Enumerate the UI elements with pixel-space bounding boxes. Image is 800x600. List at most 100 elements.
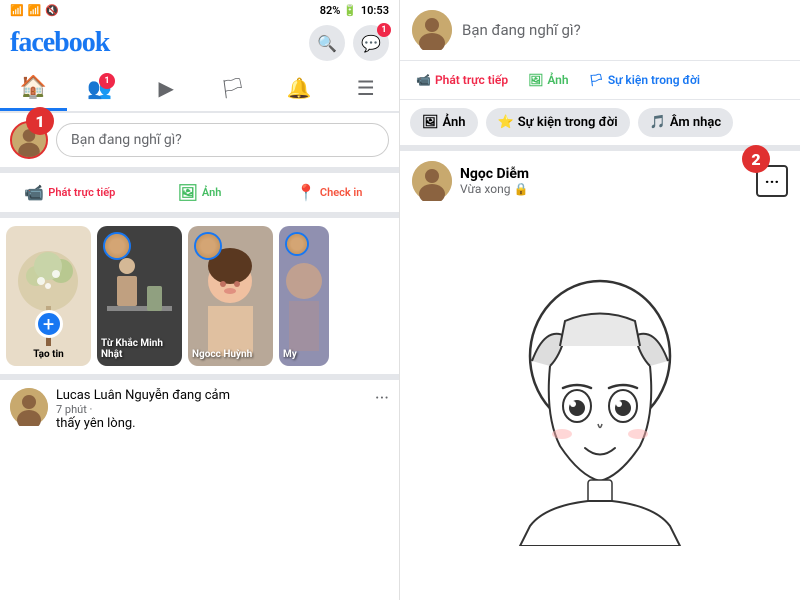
right-post-input[interactable]: Bạn đang nghĩ gì? (462, 21, 788, 39)
media-photo-label: Ảnh (443, 115, 466, 130)
right-header: Bạn đang nghĩ gì? (400, 0, 800, 61)
post-meta: Lucas Luân Nguyễn đang cảm 7 phút · thấy… (56, 388, 367, 431)
tab-flag[interactable]: 🏳 (200, 67, 267, 111)
story-card-1[interactable]: Từ Khắc Minh Nhật (97, 226, 182, 366)
tab-friends[interactable]: 👥 1 (67, 67, 134, 111)
right-avatar-svg (412, 10, 452, 50)
messenger-icon: 💬 (361, 34, 381, 53)
media-music-label: Âm nhạc (670, 115, 721, 130)
annotation-2: 2 (742, 145, 770, 173)
header-icons: 🔍 💬 1 (309, 25, 389, 61)
media-music-icon: 🎵 (650, 115, 666, 130)
media-event-label: Sự kiện trong đời (518, 115, 618, 130)
story-label-2: Ngocc Huỳnh (192, 349, 269, 360)
tab-menu[interactable]: ☰ (333, 67, 400, 111)
left-panel: 📶 📶 🔇 82% 🔋 10:53 facebook 🔍 💬 1 🏠 👥 (0, 0, 400, 600)
live-button[interactable]: 📹 Phát trực tiếp (6, 177, 134, 208)
tab-video[interactable]: ▶ (133, 67, 200, 111)
fb-header: facebook 🔍 💬 1 (0, 21, 399, 67)
home-icon: 🏠 (20, 75, 47, 100)
time-text: 10:53 (361, 4, 389, 17)
right-photo-button[interactable]: 🖼 Ảnh (520, 67, 577, 93)
right-post-header: Ngọc Diễm Vừa xong 🔒 ··· 2 (400, 151, 800, 211)
post-input-area: 1 Bạn đang nghĩ gì? (0, 113, 399, 173)
privacy-icon: 🔒 (513, 182, 528, 196)
post-preview: Lucas Luân Nguyễn đang cảm 7 phút · thấy… (0, 380, 399, 439)
right-user-avatar (412, 10, 452, 50)
post-user-name: Lucas Luân Nguyễn đang cảm (56, 388, 367, 403)
right-post-avatar-svg (412, 161, 452, 201)
right-post-time: Vừa xong 🔒 (460, 182, 748, 196)
post-time: 7 phút · (56, 403, 367, 416)
status-signal: 📶 📶 🔇 (10, 4, 59, 17)
status-right: 82% 🔋 10:53 (320, 4, 389, 17)
right-post-meta: Ngọc Diễm Vừa xong 🔒 (460, 166, 748, 196)
search-icon: 🔍 (317, 34, 337, 53)
right-post-avatar (412, 161, 452, 201)
flower-illustration (6, 226, 91, 366)
video-icon: ▶ (159, 76, 174, 100)
photo-label: Ảnh (202, 186, 222, 199)
facebook-logo: facebook (10, 27, 109, 59)
tab-bell[interactable]: 🔔 (266, 67, 333, 111)
messenger-button[interactable]: 💬 1 (353, 25, 389, 61)
battery-text: 82% 🔋 (320, 4, 357, 17)
right-panel: Bạn đang nghĩ gì? 📹 Phát trực tiếp 🖼 Ảnh… (400, 0, 800, 600)
more-dots-icon: ··· (765, 172, 779, 191)
menu-icon: ☰ (357, 76, 375, 100)
right-event-button[interactable]: 🏳 Sự kiện trong đời (581, 67, 708, 93)
live-label: Phát trực tiếp (48, 186, 115, 199)
checkin-icon: 📍 (296, 183, 316, 202)
tab-home[interactable]: 🏠 (0, 67, 67, 111)
friends-badge: 1 (99, 73, 115, 89)
story-label-1: Từ Khắc Minh Nhật (101, 338, 178, 360)
post-action-buttons: 📹 Phát trực tiếp 🖼 Ảnh 📍 Check in (0, 173, 399, 218)
media-photo-icon: 🖼 (422, 115, 439, 130)
manga-illustration (400, 211, 800, 600)
checkin-label: Check in (320, 186, 363, 199)
post-more-button[interactable]: ··· (375, 388, 389, 409)
story-card-2[interactable]: Ngocc Huỳnh (188, 226, 273, 366)
create-story-button[interactable]: + (35, 310, 63, 338)
stories-section: + Tạo tin Từ Khắc Minh Nhật (0, 218, 399, 380)
right-flag-icon: 🏳 (589, 73, 604, 87)
manga-svg (450, 266, 750, 546)
sound-icon: 🔇 (45, 4, 59, 17)
right-action-bar: 📹 Phát trực tiếp 🖼 Ảnh 🏳 Sự kiện trong đ… (400, 61, 800, 100)
right-media-bar: 🖼 Ảnh ⭐ Sự kiện trong đời 🎵 Âm nhạc (400, 100, 800, 151)
messenger-badge: 1 (377, 23, 391, 37)
story-label-3: My (283, 349, 325, 360)
media-photo-button[interactable]: 🖼 Ảnh (410, 108, 478, 137)
story-avatar-2 (194, 232, 222, 260)
right-photo-icon: 🖼 (528, 73, 543, 87)
post-avatar-svg (10, 388, 48, 426)
stories-row: + Tạo tin Từ Khắc Minh Nhật (6, 226, 393, 366)
story-card-3[interactable]: My (279, 226, 329, 366)
media-event-icon: ⭐ (498, 115, 514, 130)
media-music-button[interactable]: 🎵 Âm nhạc (638, 108, 734, 137)
annotation-1: 1 (26, 107, 54, 135)
checkin-button[interactable]: 📍 Check in (265, 177, 393, 208)
post-user-avatar (10, 388, 48, 426)
photo-icon: 🖼 (178, 183, 198, 202)
photo-button[interactable]: 🖼 Ảnh (136, 177, 264, 208)
search-button[interactable]: 🔍 (309, 25, 345, 61)
media-event-button[interactable]: ⭐ Sự kiện trong đời (486, 108, 630, 137)
right-post-username: Ngọc Diễm (460, 166, 748, 182)
right-live-button[interactable]: 📹 Phát trực tiếp (408, 67, 516, 93)
right-live-icon: 📹 (416, 73, 431, 87)
story-avatar-1 (103, 232, 131, 260)
right-event-label: Sự kiện trong đời (608, 73, 700, 87)
wifi-icon: 📶 (28, 4, 42, 17)
flag-icon: 🏳 (220, 76, 245, 100)
post-input-box[interactable]: Bạn đang nghĩ gì? (56, 123, 389, 157)
status-bar: 📶 📶 🔇 82% 🔋 10:53 (0, 0, 399, 21)
post-desc: thấy yên lòng. (56, 416, 367, 431)
right-live-label: Phát trực tiếp (435, 73, 508, 87)
live-icon: 📹 (24, 183, 44, 202)
signal-icon: 📶 (10, 4, 24, 17)
create-story-card[interactable]: + Tạo tin (6, 226, 91, 366)
story-avatar-3 (285, 232, 309, 256)
bell-icon: 🔔 (287, 76, 312, 100)
nav-tabs: 🏠 👥 1 ▶ 🏳 🔔 ☰ (0, 67, 399, 113)
